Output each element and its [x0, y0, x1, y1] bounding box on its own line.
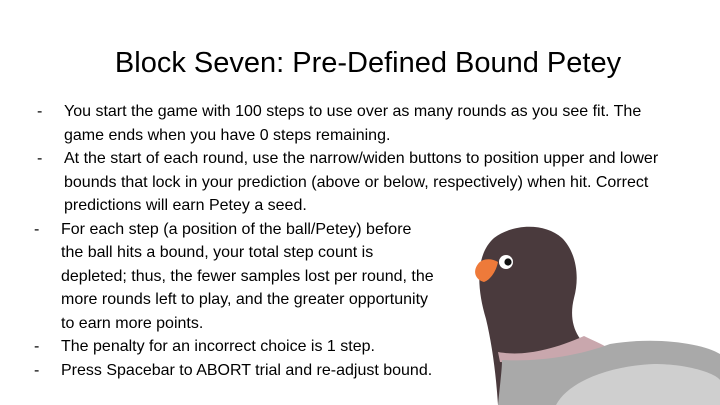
bullet-text-line: game ends when you have 0 steps remainin… — [64, 126, 391, 144]
bullet-item-starting-steps: - You start the game with 100 steps to u… — [0, 100, 720, 147]
bullet-marker: - — [34, 220, 40, 238]
bullet-text-line: predictions will earn Petey a seed. — [64, 197, 307, 214]
bullet-marker: - — [34, 361, 40, 379]
bullet-marker: - — [37, 103, 43, 120]
slide-title: Block Seven: Pre-Defined Bound Petey — [114, 47, 622, 79]
bullet-text-line: At the start of each round, use the narr… — [64, 150, 659, 167]
pigeon-icon — [475, 226, 720, 405]
bullet-text-line: bounds that lock in your prediction (abo… — [64, 173, 649, 191]
bullet-marker: - — [34, 338, 40, 355]
bullet-marker: - — [37, 150, 43, 167]
bullet-text-line: You start the game with 100 steps to use… — [64, 103, 642, 120]
bullet-item-bounds: - At the start of each round, use the na… — [0, 147, 720, 218]
pigeon-pupil — [504, 258, 512, 266]
slide: Block Seven: Pre-Defined Bound Petey - Y… — [0, 0, 720, 405]
